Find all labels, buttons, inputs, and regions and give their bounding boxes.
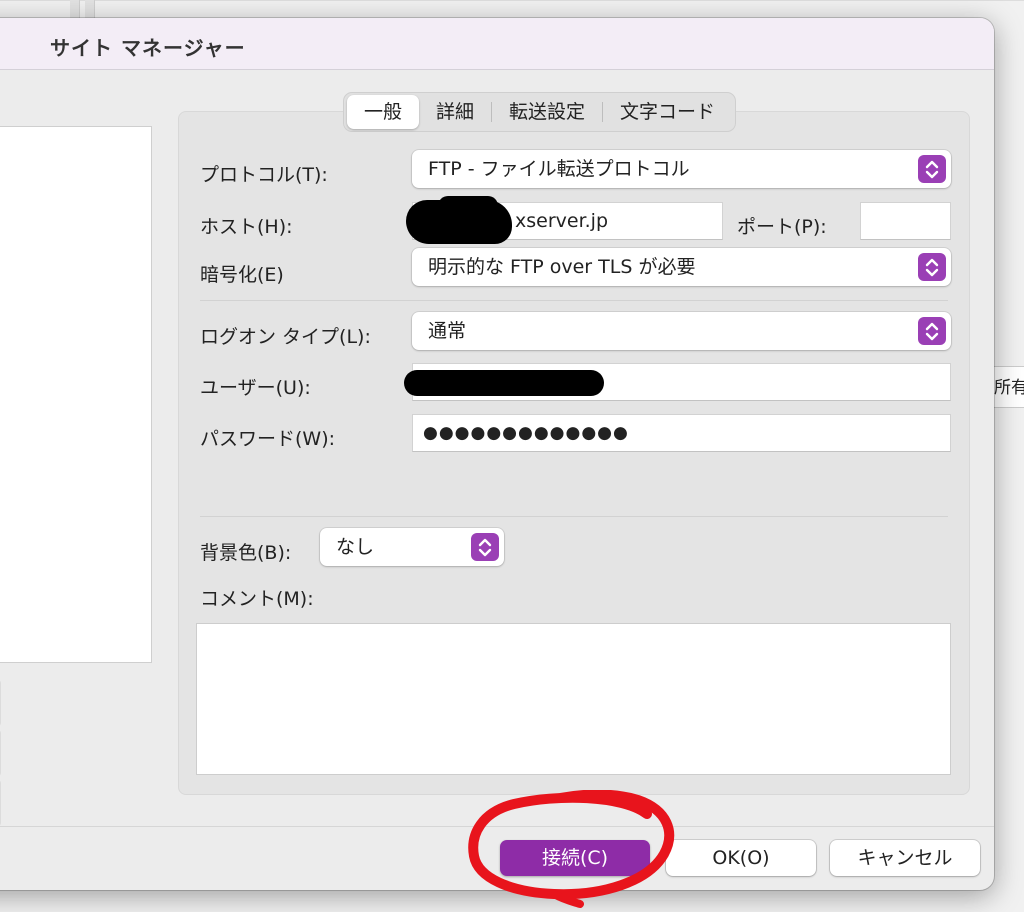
tab-charset[interactable]: 文字コード <box>603 95 732 129</box>
cancel-button[interactable]: キャンセル <box>830 840 980 876</box>
chevron-up-down-icon <box>918 317 946 345</box>
redacted-username <box>404 370 604 396</box>
logon-type-value: 通常 <box>428 320 467 342</box>
user-label: ユーザー(U): <box>200 377 311 399</box>
logon-type-label: ログオン タイプ(L): <box>200 326 371 348</box>
tab-bar: 一般 詳細 転送設定 文字コード <box>343 92 737 132</box>
tab-transfer-settings[interactable]: 転送設定 <box>492 95 602 129</box>
encryption-select[interactable]: 明示的な FTP over TLS が必要 <box>412 248 951 286</box>
protocol-value: FTP - ファイル転送プロトコル <box>428 158 690 180</box>
background-column-divider <box>85 0 95 20</box>
protocol-label: プロトコル(T): <box>200 164 328 186</box>
encryption-label: 暗号化(E) <box>200 264 284 286</box>
tree-toolbar-button[interactable] <box>0 730 1 776</box>
protocol-select[interactable]: FTP - ファイル転送プロトコル <box>412 150 951 188</box>
port-input[interactable] <box>860 202 951 240</box>
connect-button[interactable]: 接続(C) <box>500 840 650 876</box>
tree-toolbar-button[interactable] <box>0 780 1 826</box>
encryption-value: 明示的な FTP over TLS が必要 <box>428 256 696 278</box>
port-label: ポート(P): <box>737 216 827 238</box>
comment-label: コメント(M): <box>200 588 314 610</box>
password-label: パスワード(W): <box>200 428 336 450</box>
background-divider <box>0 0 1024 1</box>
chevron-up-down-icon <box>918 155 946 183</box>
background-color-value: なし <box>336 536 375 558</box>
chevron-up-down-icon <box>471 533 499 561</box>
section-divider <box>200 300 948 301</box>
background-color-label: 背景色(B): <box>200 542 292 564</box>
host-label: ホスト(H): <box>200 216 293 238</box>
comment-textarea[interactable] <box>196 623 951 775</box>
tab-advanced[interactable]: 詳細 <box>419 95 491 129</box>
background-column-header: 所有 <box>994 366 1024 408</box>
window-title: サイト マネージャー <box>50 36 246 60</box>
password-input[interactable]: ●●●●●●●●●●●●● <box>412 414 951 452</box>
host-value: xserver.jp <box>515 210 609 232</box>
site-tree-panel[interactable] <box>0 126 152 663</box>
password-value: ●●●●●●●●●●●●● <box>423 423 629 443</box>
button-bar-divider <box>0 826 994 827</box>
chevron-up-down-icon <box>918 253 946 281</box>
site-manager-dialog: サイト マネージャー 一般 詳細 転送設定 文字コード プロトコル(T): FT… <box>0 18 994 890</box>
background-color-select[interactable]: なし <box>320 528 504 566</box>
ok-button[interactable]: OK(O) <box>666 840 816 876</box>
tree-toolbar-button[interactable] <box>0 680 1 726</box>
redacted-host-prefix <box>438 196 498 216</box>
section-divider <box>200 516 948 517</box>
background-column-divider <box>70 0 80 20</box>
tab-general[interactable]: 一般 <box>347 95 420 129</box>
title-bar: サイト マネージャー <box>0 18 994 70</box>
logon-type-select[interactable]: 通常 <box>412 312 951 350</box>
